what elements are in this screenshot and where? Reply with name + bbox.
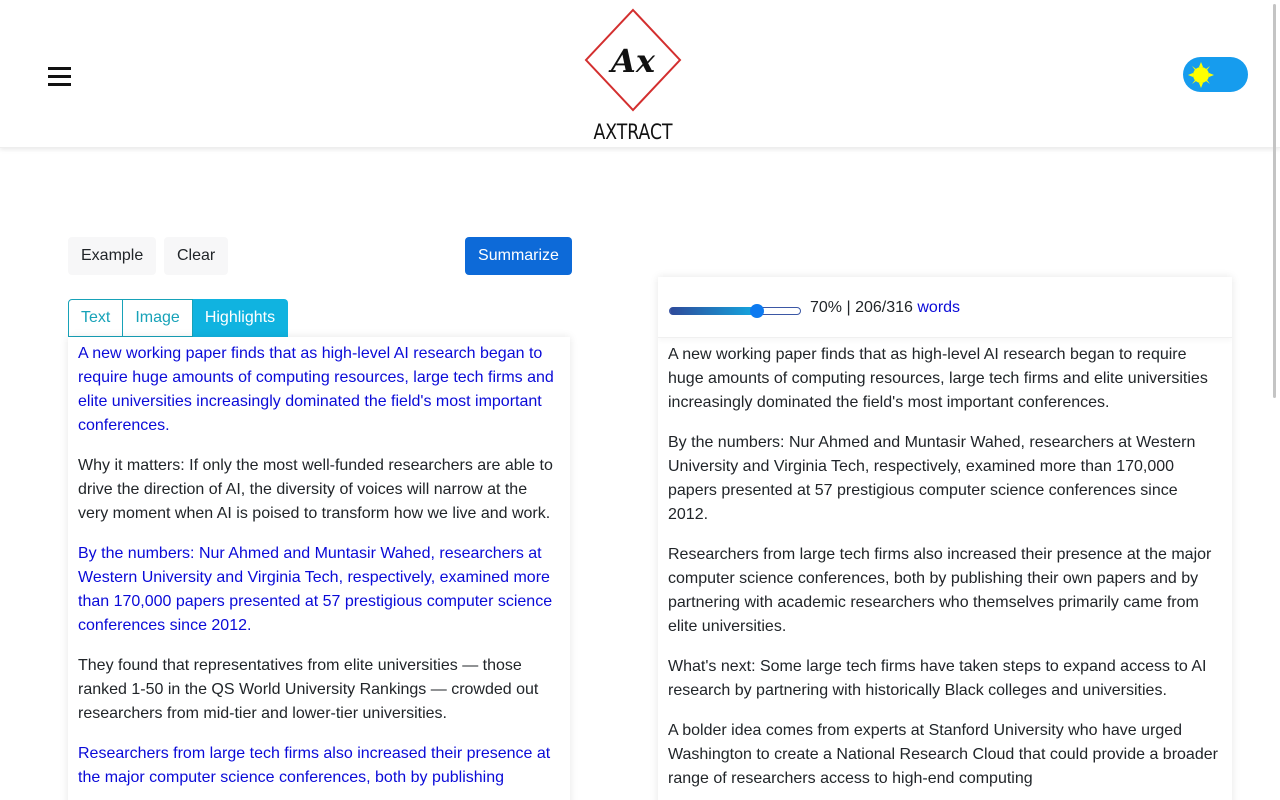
theme-toggle[interactable] — [1183, 57, 1248, 92]
paragraph: They found that representatives from eli… — [78, 657, 539, 722]
slider-fill — [670, 307, 757, 315]
example-button[interactable]: Example — [68, 237, 156, 275]
percent-word-count: 70% | 206/316 — [810, 299, 913, 316]
paragraph: Why it matters: If only the most well-fu… — [78, 457, 553, 522]
sun-icon — [1188, 62, 1214, 88]
summarize-button[interactable]: Summarize — [465, 237, 572, 275]
logo[interactable]: Ax AXTRACT — [580, 6, 686, 144]
tab-highlights[interactable]: Highlights — [192, 299, 289, 337]
app-header: Ax AXTRACT — [0, 0, 1280, 148]
highlighted-paragraph: Researchers from large tech firms also i… — [78, 745, 551, 786]
summary-paragraph: By the numbers: Nur Ahmed and Muntasir W… — [668, 434, 1196, 523]
hamburger-line — [48, 67, 71, 70]
summary-text: A new working paper finds that as high-l… — [658, 338, 1232, 791]
summary-paragraph: Researchers from large tech firms also i… — [668, 546, 1212, 635]
tab-text[interactable]: Text — [68, 299, 124, 337]
highlighted-paragraph: A new working paper finds that as high-l… — [78, 345, 554, 434]
hamburger-line — [48, 83, 71, 86]
hamburger-icon[interactable] — [48, 67, 72, 87]
slider-handle[interactable] — [750, 304, 764, 318]
summary-panel: 70% | 206/316 words A new working paper … — [658, 277, 1232, 800]
input-mode-tabs: Text Image Highlights — [68, 299, 289, 337]
logo-text: AXTRACT — [593, 120, 673, 144]
logo-mark: Ax — [608, 42, 656, 80]
hamburger-line — [48, 75, 71, 78]
page-scrollbar[interactable] — [1273, 4, 1276, 398]
highlights-panel[interactable]: A new working paper finds that as high-l… — [68, 337, 570, 800]
summary-paragraph: A bolder idea comes from experts at Stan… — [668, 722, 1218, 787]
words-label: words — [917, 299, 961, 316]
highlighted-paragraph: By the numbers: Nur Ahmed and Muntasir W… — [78, 545, 553, 634]
logo-diamond-icon: Ax — [584, 8, 682, 112]
summary-length-bar: 70% | 206/316 words — [658, 277, 1232, 338]
word-count-readout: 70% | 206/316 words — [810, 299, 960, 317]
summary-length-slider[interactable] — [669, 304, 801, 318]
summary-paragraph: A new working paper finds that as high-l… — [668, 346, 1208, 411]
summary-paragraph: What's next: Some large tech firms have … — [668, 658, 1207, 699]
clear-button[interactable]: Clear — [164, 237, 228, 275]
tab-image[interactable]: Image — [123, 299, 193, 337]
